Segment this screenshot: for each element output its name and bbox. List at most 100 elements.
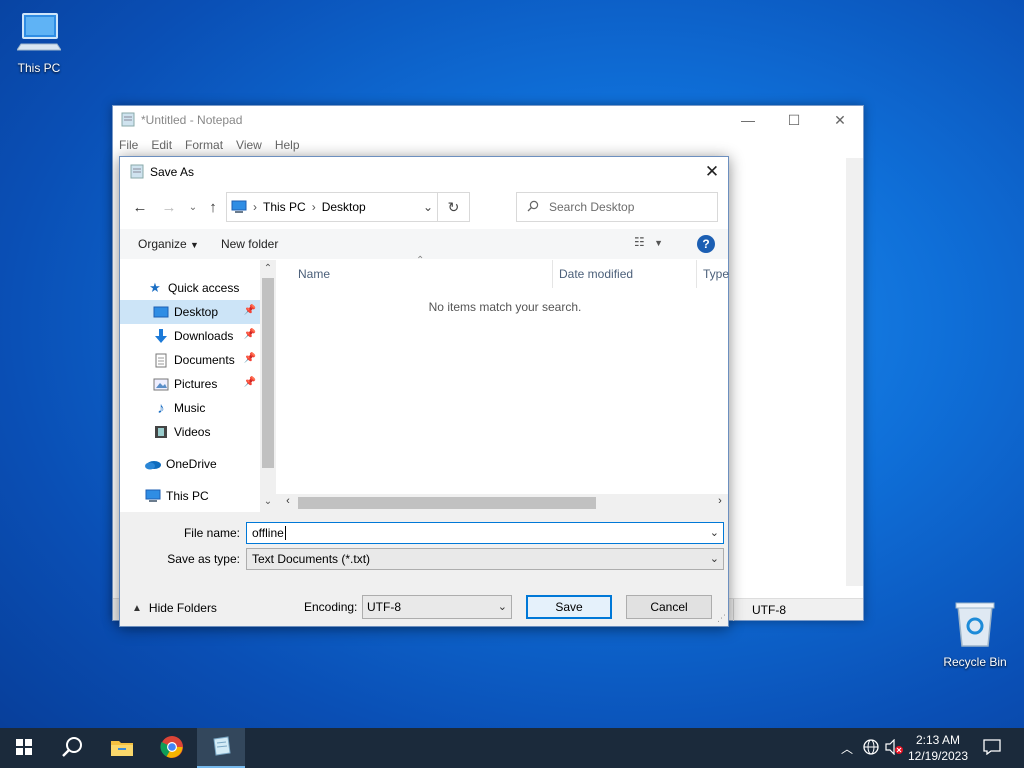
file-name-value: offline xyxy=(252,526,284,540)
taskbar-chrome[interactable] xyxy=(148,728,196,768)
close-icon: ✕ xyxy=(704,162,720,181)
view-options-button[interactable]: ☷ ▼ xyxy=(634,235,663,249)
arrow-right-icon: → xyxy=(161,198,177,216)
desktop-icon-recycle-bin[interactable]: Recycle Bin xyxy=(940,600,1010,669)
nav-label: OneDrive xyxy=(166,457,217,471)
chevron-down-icon: ⌄ xyxy=(497,601,507,613)
nav-item-pictures[interactable]: Pictures 📌 xyxy=(120,372,260,396)
column-header-type[interactable]: Type xyxy=(703,260,729,288)
save-as-dialog[interactable]: Save As ✕ ← → ⌄ ↑ › This PC › Desktop ⌄ … xyxy=(119,156,729,627)
volume-button[interactable] xyxy=(882,728,906,768)
nav-this-pc[interactable]: This PC xyxy=(120,484,260,508)
network-button[interactable] xyxy=(860,728,882,768)
refresh-button[interactable]: ↻ xyxy=(437,193,469,221)
file-name-label: File name: xyxy=(183,526,240,540)
column-header-date-modified[interactable]: Date modified xyxy=(559,260,633,288)
navigation-pane: ★ Quick access Desktop 📌 Downloads 📌 Doc… xyxy=(120,260,276,512)
search-input[interactable]: Search Desktop xyxy=(516,192,718,222)
nav-label: This PC xyxy=(166,489,209,503)
file-name-input[interactable]: offline ⌄ xyxy=(246,522,724,544)
nav-quick-access[interactable]: ★ Quick access xyxy=(120,276,260,300)
sort-up-icon: ⌃ xyxy=(416,255,425,266)
chevron-down-icon[interactable]: ⌄ xyxy=(710,526,719,539)
save-type-value: Text Documents (*.txt) xyxy=(252,552,371,566)
minimize-button[interactable]: — xyxy=(725,106,771,134)
monitor-icon xyxy=(4,10,74,57)
maximize-button[interactable]: ☐ xyxy=(771,106,817,134)
nav-item-documents[interactable]: Documents 📌 xyxy=(120,348,260,372)
status-encoding: UTF-8 xyxy=(733,599,786,621)
nav-item-downloads[interactable]: Downloads 📌 xyxy=(120,324,260,348)
scroll-thumb[interactable] xyxy=(298,497,596,509)
breadcrumb-separator: › xyxy=(311,200,316,214)
file-list[interactable]: ⌃ Name Date modified Type No items match… xyxy=(276,255,729,512)
resize-grip-icon[interactable]: ⋰ xyxy=(717,613,726,624)
menu-file[interactable]: File xyxy=(119,138,138,152)
file-list-hscrollbar[interactable]: ‹ › xyxy=(276,494,728,512)
menu-view[interactable]: View xyxy=(236,138,262,152)
breadcrumb-desktop[interactable]: Desktop xyxy=(322,200,366,214)
taskbar-search-button[interactable] xyxy=(48,728,96,768)
recycle-bin-icon xyxy=(940,600,1010,651)
nav-onedrive[interactable]: OneDrive xyxy=(120,452,260,476)
cancel-button[interactable]: Cancel xyxy=(626,595,712,619)
help-icon: ? xyxy=(702,237,710,251)
address-bar[interactable]: › This PC › Desktop ⌄ ↻ xyxy=(226,192,470,222)
nav-item-music[interactable]: ♪ Music xyxy=(120,396,260,420)
nav-label: Documents xyxy=(174,353,235,367)
show-hidden-icons-button[interactable]: ︿ xyxy=(836,728,858,768)
desktop-icon-this-pc[interactable]: This PC xyxy=(4,10,74,75)
desktop-folder-icon xyxy=(152,304,170,320)
help-button[interactable]: ? xyxy=(697,235,715,253)
back-button[interactable]: ← xyxy=(129,196,151,218)
text-caret xyxy=(284,526,286,540)
windows-logo-icon xyxy=(16,738,32,758)
close-button[interactable]: ✕ xyxy=(817,106,863,134)
organize-button[interactable]: Organize ▼ xyxy=(120,237,209,251)
save-type-select[interactable]: Text Documents (*.txt) ⌄ xyxy=(246,548,724,570)
dialog-titlebar[interactable]: Save As xyxy=(120,157,728,187)
new-folder-button[interactable]: New folder xyxy=(209,237,288,251)
taskbar-notepad[interactable] xyxy=(197,728,245,768)
scroll-right-icon[interactable]: › xyxy=(712,495,728,507)
notepad-scrollbar[interactable] xyxy=(846,158,863,586)
up-button[interactable]: ↑ xyxy=(202,196,224,218)
scroll-thumb[interactable] xyxy=(262,278,274,468)
column-header-name[interactable]: Name xyxy=(298,260,330,288)
nav-item-desktop[interactable]: Desktop 📌 xyxy=(120,300,260,324)
nav-label: Downloads xyxy=(174,329,234,343)
scroll-down-icon[interactable]: ⌄ xyxy=(260,496,276,507)
nav-item-videos[interactable]: Videos xyxy=(120,420,260,444)
scroll-up-icon[interactable]: ⌃ xyxy=(260,263,276,274)
menu-help[interactable]: Help xyxy=(275,138,300,152)
caret-down-icon: ▼ xyxy=(654,238,664,248)
taskbar-file-explorer[interactable] xyxy=(98,728,146,768)
music-note-icon: ♪ xyxy=(157,399,165,417)
pin-icon: 📌 xyxy=(243,329,256,340)
organize-label: Organize xyxy=(138,237,187,251)
dialog-close-button[interactable]: ✕ xyxy=(696,157,728,187)
forward-button[interactable]: → xyxy=(158,196,180,218)
notification-icon xyxy=(983,738,1001,758)
monitor-icon xyxy=(231,200,247,214)
address-dropdown-icon[interactable]: ⌄ xyxy=(423,200,433,214)
notifications-button[interactable] xyxy=(978,728,1006,768)
taskbar-clock[interactable]: 2:13 AM 12/19/2023 xyxy=(906,732,970,764)
menu-edit[interactable]: Edit xyxy=(151,138,172,152)
breadcrumb-this-pc[interactable]: This PC xyxy=(263,200,306,214)
search-placeholder: Search Desktop xyxy=(549,200,635,214)
taskbar: ︿ 2:13 AM 12/19/2023 xyxy=(0,728,1024,768)
encoding-select[interactable]: UTF-8 ⌄ xyxy=(362,595,512,619)
nav-label: Music xyxy=(174,401,206,415)
save-button[interactable]: Save xyxy=(526,595,612,619)
scroll-left-icon[interactable]: ‹ xyxy=(280,495,296,507)
film-icon xyxy=(152,424,170,440)
nav-pane-scrollbar[interactable]: ⌃ ⌄ xyxy=(260,260,276,512)
start-button[interactable] xyxy=(0,728,48,768)
encoding-value: UTF-8 xyxy=(367,600,401,614)
recent-locations-button[interactable]: ⌄ xyxy=(182,196,204,218)
nav-label: Quick access xyxy=(168,281,240,295)
menu-format[interactable]: Format xyxy=(185,138,223,152)
hide-folders-button[interactable]: ▲ Hide Folders xyxy=(132,601,217,615)
star-icon: ★ xyxy=(149,280,161,295)
